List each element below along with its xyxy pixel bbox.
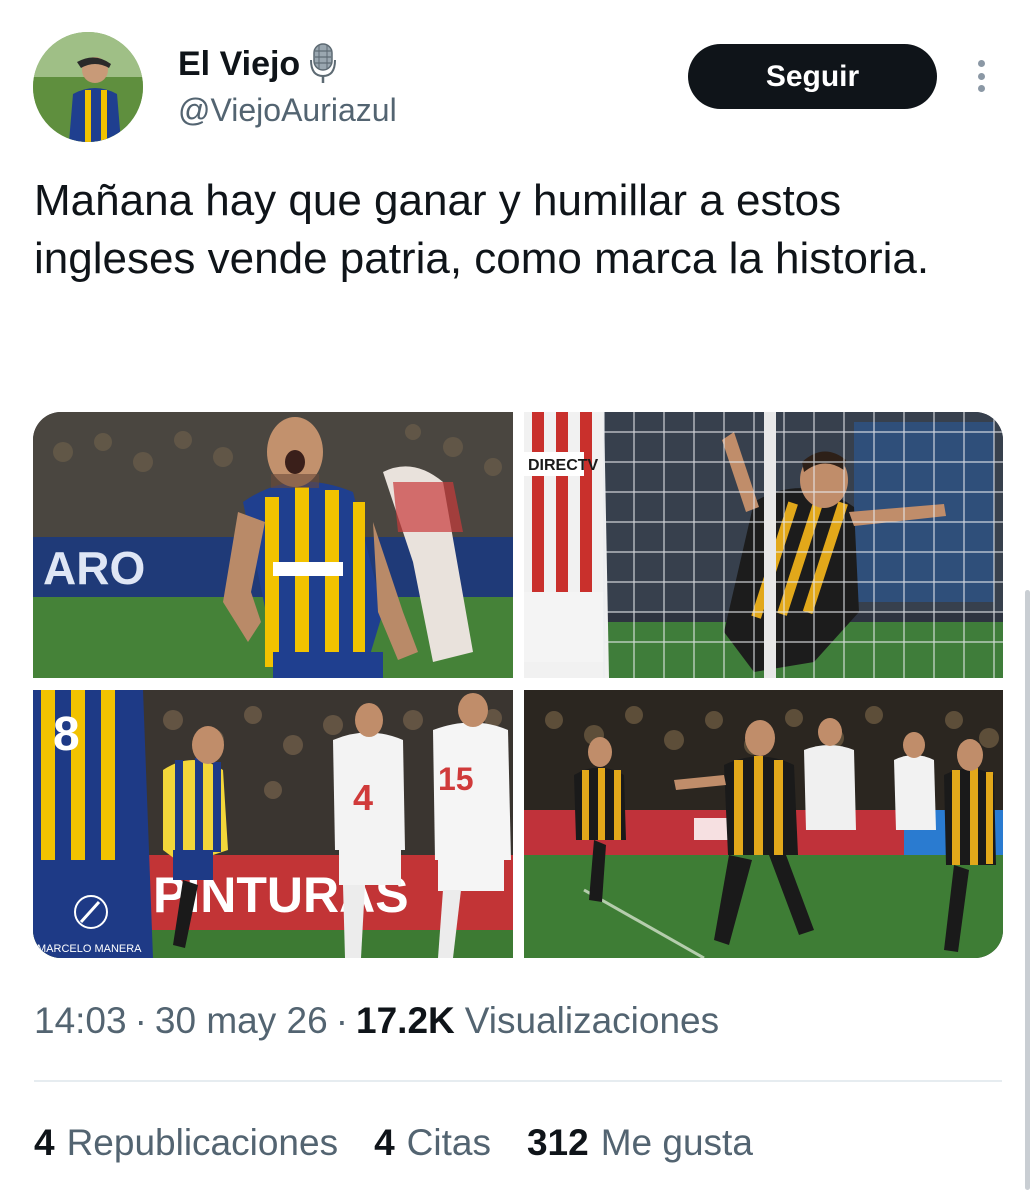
svg-text:DIRECTV: DIRECTV <box>528 457 599 474</box>
tweet-time[interactable]: 14:03 <box>34 1000 127 1042</box>
tweet-meta: 14:03 · 30 may 26 · 17.2K Visualizacione… <box>34 1000 719 1042</box>
author-display-name[interactable]: El Viejo <box>178 45 300 84</box>
views-count: 17.2K <box>356 1000 455 1041</box>
reposts-label: Republicaciones <box>66 1122 339 1163</box>
avatar[interactable] <box>33 32 143 142</box>
more-dot <box>977 85 985 92</box>
tweet-header: El Viejo @ViejoAuriazul Seguir <box>0 0 1036 160</box>
photo-1-banner-text: ARO <box>43 542 145 594</box>
photo-4[interactable] <box>524 690 1003 958</box>
microphone-icon <box>308 42 338 86</box>
photo-2[interactable]: DIRECTV <box>524 412 1003 678</box>
more-dot <box>977 60 985 67</box>
reposts-count: 4 <box>34 1122 55 1163</box>
meta-separator: · <box>134 1000 147 1041</box>
meta-separator: · <box>335 1000 349 1041</box>
author-name-row[interactable]: El Viejo <box>178 42 338 86</box>
svg-text:4: 4 <box>353 777 373 818</box>
tweet-stats: 4 Republicaciones 4 Citas 312 Me gusta <box>34 1122 789 1164</box>
divider <box>34 1080 1002 1082</box>
more-dot <box>977 72 985 80</box>
likes-count: 312 <box>526 1122 589 1163</box>
tweet-date[interactable]: 30 may 26 <box>155 1000 328 1042</box>
tweet-text: Mañana hay que ganar y humillar a estos … <box>34 176 930 283</box>
quotes-stat[interactable]: 4 Citas <box>374 1122 491 1164</box>
quotes-label: Citas <box>406 1122 491 1163</box>
more-vertical-icon[interactable] <box>966 56 996 96</box>
media-grid: ARO DIRECTV PINTURAS 8 4 15 MARCELO MANE… <box>33 412 1003 958</box>
photo-3[interactable]: PINTURAS 8 4 15 MARCELO MANERA <box>33 690 513 958</box>
svg-text:8: 8 <box>53 708 80 761</box>
author-handle[interactable]: @ViejoAuriazul <box>178 92 397 129</box>
likes-stat[interactable]: 312 Me gusta <box>527 1122 753 1164</box>
reposts-stat[interactable]: 4 Republicaciones <box>34 1122 338 1164</box>
quotes-count: 4 <box>374 1122 395 1163</box>
svg-text:15: 15 <box>438 761 474 797</box>
follow-button[interactable]: Seguir <box>688 44 937 109</box>
views-label: Visualizaciones <box>464 1000 720 1041</box>
likes-label: Me gusta <box>600 1122 753 1163</box>
photo-1[interactable]: ARO <box>33 412 513 678</box>
scrollbar[interactable] <box>1025 590 1030 1190</box>
photo-3-credit: MARCELO MANERA <box>37 943 142 955</box>
